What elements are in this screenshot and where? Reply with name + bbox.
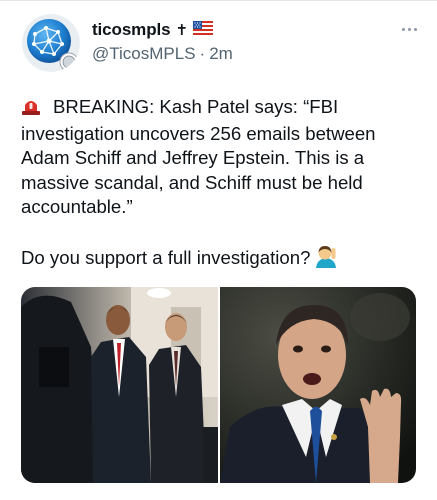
author-name-row[interactable]: ticosmpls ✝ — [92, 20, 214, 40]
tweet-paragraph-1-text: BREAKING: Kash Patel says: “FBI investig… — [21, 96, 376, 217]
handle-row: @TicosMPLS · 2m — [92, 44, 233, 64]
photo-adam-schiff[interactable] — [220, 287, 416, 483]
cross-symbol: ✝ — [175, 22, 189, 39]
us-flag-icon — [193, 20, 214, 40]
more-options-icon[interactable] — [397, 20, 421, 38]
police-car-light-icon — [21, 97, 41, 122]
tweet-media[interactable] — [21, 287, 416, 483]
display-name[interactable]: ticosmpls — [92, 20, 171, 40]
user-handle[interactable]: @TicosMPLS — [92, 44, 196, 64]
tweet-paragraph-1: BREAKING: Kash Patel says: “FBI investig… — [21, 95, 421, 220]
tweet-paragraph-2: Do you support a full investigation? — [21, 244, 421, 275]
tweet-text: BREAKING: Kash Patel says: “FBI investig… — [21, 95, 421, 275]
tweet-card[interactable]: ticosmpls ✝ @TicosMPLS · 2m BREAKING: Ka… — [0, 0, 437, 500]
tweet-paragraph-2-text: Do you support a full investigation? — [21, 247, 311, 268]
separator-dot: · — [199, 44, 206, 63]
avatar[interactable] — [22, 14, 80, 72]
person-raising-hand-icon — [314, 244, 338, 275]
timestamp[interactable]: 2m — [209, 44, 233, 64]
photo-men-walking[interactable] — [21, 287, 218, 483]
